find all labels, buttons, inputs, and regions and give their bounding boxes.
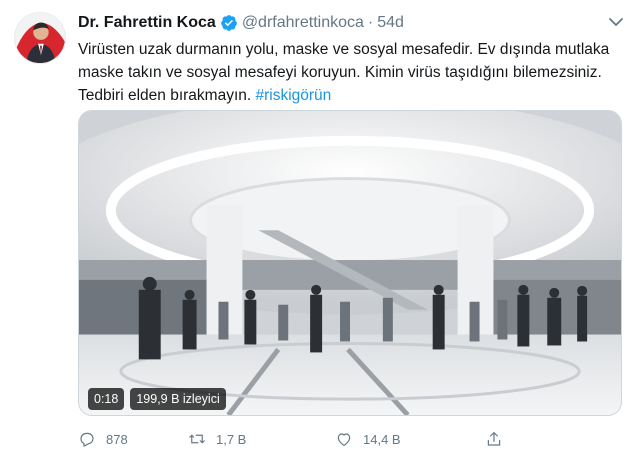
tweet[interactable]: Dr. Fahrettin Koca @drfahrettinkoca · 54… <box>0 0 640 458</box>
author-handle[interactable]: @drfahrettinkoca <box>242 14 364 32</box>
verified-badge-icon <box>220 14 238 32</box>
share-icon <box>487 432 501 446</box>
like-count: 14,4 B <box>363 431 401 447</box>
video-views: 199,9 B izleyici <box>130 388 226 410</box>
retweet-icon <box>189 434 205 444</box>
video-duration: 0:18 <box>88 388 125 410</box>
reply-count: 878 <box>106 431 128 447</box>
tweet-body: Virüsten uzak durmanın yolu, maske ve so… <box>78 41 610 104</box>
share-button[interactable] <box>485 430 515 448</box>
separator-dot: · <box>367 14 374 31</box>
author-name[interactable]: Dr. Fahrettin Koca <box>78 14 216 32</box>
reply-icon <box>80 432 94 447</box>
tweet-header: Dr. Fahrettin Koca @drfahrettinkoca · 54… <box>78 12 404 34</box>
video-overlay: 0:18 199,9 B izleyici <box>88 388 226 410</box>
chevron-down-icon[interactable] <box>606 12 626 32</box>
like-button[interactable]: 14,4 B <box>335 430 485 448</box>
video-player[interactable] <box>78 110 622 416</box>
retweet-count: 1,7 B <box>216 431 247 447</box>
avatar[interactable] <box>14 12 66 64</box>
tweet-actions: 878 1,7 B 14,4 B <box>78 428 558 450</box>
reply-button[interactable]: 878 <box>78 430 188 448</box>
tweet-text: Virüsten uzak durmanın yolu, maske ve so… <box>78 38 626 107</box>
hashtag-link[interactable]: #riskigörün <box>255 87 331 104</box>
tweet-timestamp[interactable]: 54d <box>377 14 404 32</box>
heart-icon <box>337 433 351 446</box>
video-thumbnail <box>79 111 621 415</box>
retweet-button[interactable]: 1,7 B <box>188 430 335 448</box>
